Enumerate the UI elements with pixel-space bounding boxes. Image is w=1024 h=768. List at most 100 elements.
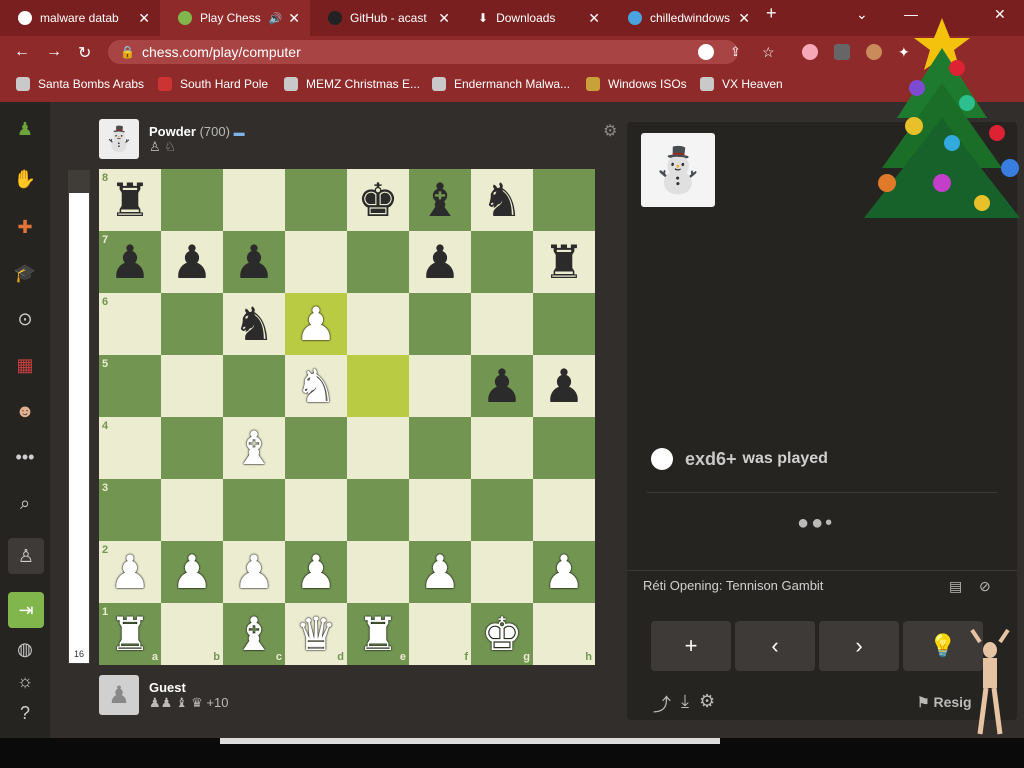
black-knight-icon[interactable]: ♞ xyxy=(481,177,522,223)
square-d2[interactable]: ♟ xyxy=(285,541,347,603)
square-g7[interactable] xyxy=(471,231,533,293)
login-icon[interactable]: ⇥ xyxy=(8,592,44,628)
opponent-avatar[interactable]: ⛄ xyxy=(99,119,139,159)
square-c5[interactable] xyxy=(223,355,285,417)
url-input[interactable]: 🔒 chess.com/play/computer xyxy=(108,40,738,64)
bookmark-item[interactable]: South Hard Pole xyxy=(158,77,268,91)
help-icon[interactable]: ? xyxy=(12,700,38,726)
tab-malware[interactable]: malware datab ✕ xyxy=(0,0,160,36)
black-pawn-icon[interactable]: ♟ xyxy=(481,363,522,409)
reload-button[interactable]: ↻ xyxy=(78,43,91,63)
search-icon[interactable]: ⌕ xyxy=(12,490,38,516)
google-lens-icon[interactable] xyxy=(698,44,714,60)
scrollbar[interactable] xyxy=(220,738,720,744)
square-b2[interactable]: ♟ xyxy=(161,541,223,603)
settings-icon[interactable]: ⚙ xyxy=(699,691,715,717)
square-f5[interactable] xyxy=(409,355,471,417)
white-king-icon[interactable]: ♚ xyxy=(481,611,522,657)
square-a3[interactable]: 3 xyxy=(99,479,161,541)
puzzles-icon[interactable]: ✚ xyxy=(12,214,38,240)
square-b6[interactable] xyxy=(161,293,223,355)
square-g1[interactable]: g ♚ xyxy=(471,603,533,665)
square-g3[interactable] xyxy=(471,479,533,541)
white-pawn-icon[interactable]: ♟ xyxy=(295,301,336,347)
square-g2[interactable] xyxy=(471,541,533,603)
square-a2[interactable]: 2 ♟ xyxy=(99,541,161,603)
news-icon[interactable]: ▦ xyxy=(12,352,38,378)
extension-s-icon[interactable] xyxy=(834,44,850,60)
square-g6[interactable] xyxy=(471,293,533,355)
bookmark-item[interactable]: Santa Bombs Arabs xyxy=(16,77,144,91)
square-h8[interactable] xyxy=(533,169,595,231)
square-d8[interactable] xyxy=(285,169,347,231)
square-a4[interactable]: 4 xyxy=(99,417,161,479)
square-e1[interactable]: e ♜ xyxy=(347,603,409,665)
square-b4[interactable] xyxy=(161,417,223,479)
square-h4[interactable] xyxy=(533,417,595,479)
square-h1[interactable]: h xyxy=(533,603,595,665)
tab-chilledwindows[interactable]: chilledwindows ✕ xyxy=(610,0,760,36)
white-pawn-icon[interactable]: ♟ xyxy=(109,549,150,595)
square-h7[interactable]: ♜ xyxy=(533,231,595,293)
black-rook-icon[interactable]: ♜ xyxy=(109,177,150,223)
square-f6[interactable] xyxy=(409,293,471,355)
square-f3[interactable] xyxy=(409,479,471,541)
square-e3[interactable] xyxy=(347,479,409,541)
bookmark-item[interactable]: Endermanch Malwa... xyxy=(432,77,570,91)
black-pawn-icon[interactable]: ♟ xyxy=(543,363,584,409)
next-move-button[interactable]: › xyxy=(819,621,899,671)
close-icon[interactable]: ✕ xyxy=(588,10,610,27)
close-icon[interactable]: ✕ xyxy=(138,10,160,27)
square-e2[interactable] xyxy=(347,541,409,603)
square-b7[interactable]: ♟ xyxy=(161,231,223,293)
square-f1[interactable]: f xyxy=(409,603,471,665)
download-icon[interactable]: ⤓ xyxy=(681,691,689,717)
square-c3[interactable] xyxy=(223,479,285,541)
globe-icon[interactable]: ◍ xyxy=(12,636,38,662)
new-game-button[interactable]: + xyxy=(651,621,731,671)
white-bishop-icon[interactable]: ♝ xyxy=(233,425,274,471)
square-f2[interactable]: ♟ xyxy=(409,541,471,603)
square-e6[interactable] xyxy=(347,293,409,355)
square-a5[interactable]: 5 xyxy=(99,355,161,417)
square-h5[interactable]: ♟ xyxy=(533,355,595,417)
close-icon[interactable]: ✕ xyxy=(288,10,310,27)
black-pawn-icon[interactable]: ♟ xyxy=(419,239,460,285)
bookmark-item[interactable]: VX Heaven xyxy=(700,77,783,91)
more-icon[interactable]: ••• xyxy=(12,444,38,470)
black-knight-icon[interactable]: ♞ xyxy=(233,301,274,347)
book-icon[interactable]: ▤ xyxy=(949,571,962,601)
new-tab-button[interactable]: + xyxy=(766,3,777,24)
square-e4[interactable] xyxy=(347,417,409,479)
square-d1[interactable]: d ♛ xyxy=(285,603,347,665)
square-e8[interactable]: ♚ xyxy=(347,169,409,231)
white-rook-icon[interactable]: ♜ xyxy=(109,611,150,657)
square-f4[interactable] xyxy=(409,417,471,479)
white-pawn-icon[interactable]: ♟ xyxy=(543,549,584,595)
square-f7[interactable]: ♟ xyxy=(409,231,471,293)
tab-downloads[interactable]: ⬇ Downloads ✕ xyxy=(460,0,610,36)
black-rook-icon[interactable]: ♜ xyxy=(543,239,584,285)
close-icon[interactable]: ✕ xyxy=(738,10,760,27)
square-d6[interactable]: ♟ xyxy=(285,293,347,355)
white-pawn-icon[interactable]: ♟ xyxy=(419,549,460,595)
square-h3[interactable] xyxy=(533,479,595,541)
theme-icon[interactable]: ☼ xyxy=(12,668,38,694)
back-button[interactable]: ← xyxy=(14,43,30,61)
square-b5[interactable] xyxy=(161,355,223,417)
black-pawn-icon[interactable]: ♟ xyxy=(109,239,150,285)
tab-github[interactable]: GitHub - acast ✕ xyxy=(310,0,460,36)
square-g8[interactable]: ♞ xyxy=(471,169,533,231)
player-avatar[interactable]: ♟ xyxy=(99,675,139,715)
explore-icon[interactable]: ⊘ xyxy=(979,571,991,601)
add-user-icon[interactable]: ♙ xyxy=(8,538,44,574)
square-d4[interactable] xyxy=(285,417,347,479)
black-pawn-icon[interactable]: ♟ xyxy=(233,239,274,285)
board-settings-icon[interactable]: ⚙ xyxy=(603,121,617,141)
learn-icon[interactable]: 🎓 xyxy=(12,260,38,286)
white-rook-icon[interactable]: ♜ xyxy=(357,611,398,657)
watch-icon[interactable]: ⊙ xyxy=(12,306,38,332)
square-c8[interactable] xyxy=(223,169,285,231)
bookmark-item[interactable]: Windows ISOs xyxy=(586,77,687,91)
black-pawn-icon[interactable]: ♟ xyxy=(171,239,212,285)
